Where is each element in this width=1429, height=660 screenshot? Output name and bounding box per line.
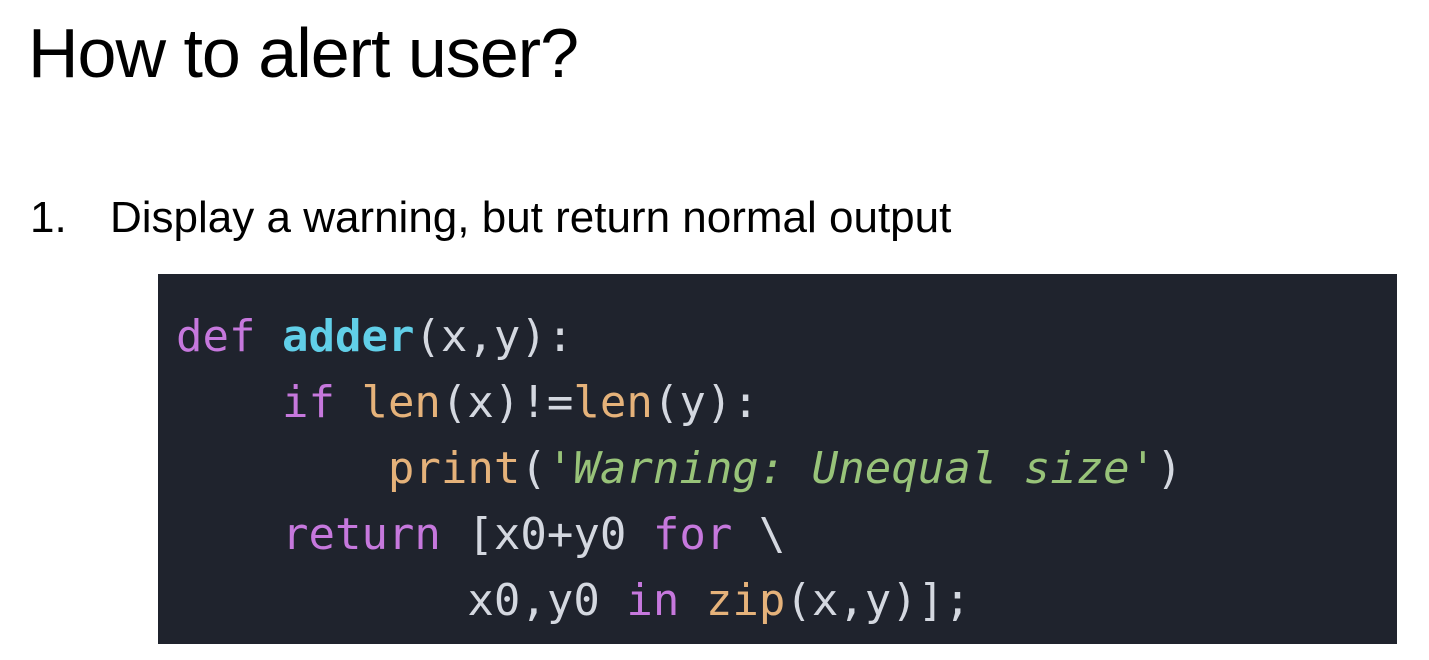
code-builtin: print xyxy=(387,443,521,494)
code-keyword: if xyxy=(281,377,335,428)
code-line: return [x0+y0 for \ xyxy=(176,502,1397,568)
code-keyword: in xyxy=(626,575,680,626)
code-line: print('Warning: Unequal size') xyxy=(176,436,1397,502)
list-item: 1. Display a warning, but return normal o… xyxy=(30,188,951,248)
code-text: ( xyxy=(520,443,547,494)
code-text: (y): xyxy=(652,377,759,428)
code-builtin: len xyxy=(361,377,441,428)
code-line: if len(x)!=len(y): xyxy=(176,370,1397,436)
code-text: (x)!= xyxy=(440,377,574,428)
slide-title: How to alert user? xyxy=(28,14,579,92)
code-block: def adder(x,y): if len(x)!=len(y): print… xyxy=(158,274,1397,644)
code-keyword: for xyxy=(652,509,733,560)
code-string: 'Warning: Unequal size' xyxy=(546,443,1157,494)
code-line: def adder(x,y): xyxy=(176,304,1397,370)
code-keyword: def xyxy=(176,311,256,362)
code-text: x0,y0 xyxy=(467,575,627,626)
code-text: [x0+y0 xyxy=(440,509,653,560)
code-text: (x,y)]; xyxy=(785,575,971,626)
list-number: 1. xyxy=(30,193,67,242)
code-line: x0,y0 in zip(x,y)]; xyxy=(176,568,1397,634)
code-text: ) xyxy=(1156,443,1183,494)
code-builtin: zip xyxy=(705,575,786,626)
code-text: \ xyxy=(732,509,786,560)
code-keyword: return xyxy=(281,509,441,560)
list-item-text: Display a warning, but return normal out… xyxy=(110,193,952,242)
code-text: (x,y): xyxy=(414,311,574,362)
code-function-name: adder xyxy=(281,311,415,362)
code-builtin: len xyxy=(573,377,653,428)
